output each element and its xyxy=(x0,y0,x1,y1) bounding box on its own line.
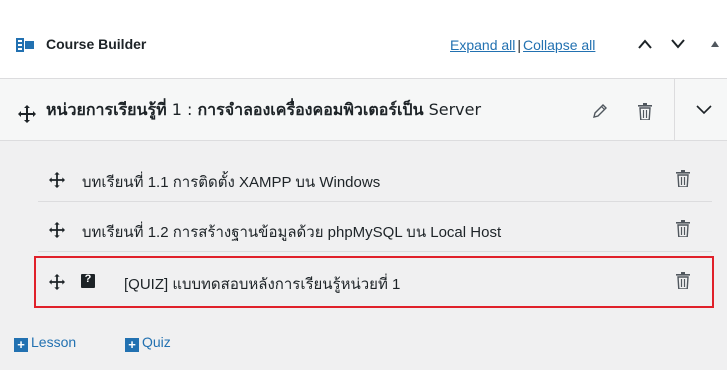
trash-icon[interactable] xyxy=(676,220,690,237)
highlight-box xyxy=(34,256,714,308)
lesson-item[interactable]: บทเรียนที่ 1.2 การสร้างฐานข้อมูลด้วย php… xyxy=(38,208,712,252)
add-lesson-label: Lesson xyxy=(31,334,77,350)
plus-icon: + xyxy=(14,338,28,352)
course-builder-header: Course Builder Expand all | Collapse all xyxy=(0,0,727,79)
lesson-item-label[interactable]: บทเรียนที่ 1.1 การติดตั้ง XAMPP บน Windo… xyxy=(82,170,380,194)
section-title-prefix: หน่วยการเรียนรู้ที่ xyxy=(46,100,167,119)
section-title-number: 1 : xyxy=(166,100,198,119)
plus-icon: + xyxy=(125,338,139,352)
add-quiz-button[interactable]: + Quiz xyxy=(125,334,171,352)
chevron-down-icon[interactable] xyxy=(670,38,686,50)
section-toggle-chevron-down-icon[interactable] xyxy=(696,105,712,115)
chevron-up-icon[interactable] xyxy=(637,38,653,50)
lesson-item[interactable]: บทเรียนที่ 1.1 การติดตั้ง XAMPP บน Windo… xyxy=(38,158,712,202)
section-row[interactable]: หน่วยการเรียนรู้ที่ 1 : การจำลองเครื่องค… xyxy=(0,79,727,141)
move-arrows-icon[interactable] xyxy=(18,105,36,123)
triangle-up-icon[interactable] xyxy=(710,38,720,50)
section-title-suffix: Server xyxy=(423,100,482,119)
course-builder-title: Course Builder xyxy=(46,36,147,52)
add-quiz-label: Quiz xyxy=(142,334,171,350)
course-builder-icon xyxy=(16,38,34,52)
lesson-item-label[interactable]: บทเรียนที่ 1.2 การสร้างฐานข้อมูลด้วย php… xyxy=(82,220,501,244)
pencil-icon[interactable] xyxy=(592,103,608,119)
expand-collapse-links: Expand all | Collapse all xyxy=(450,37,595,53)
section-title[interactable]: หน่วยการเรียนรู้ที่ 1 : การจำลองเครื่องค… xyxy=(46,98,481,123)
section-title-main: การจำลองเครื่องคอมพิวเตอร์เป็น xyxy=(197,100,424,119)
course-builder-panel: Course Builder Expand all | Collapse all ห… xyxy=(0,0,727,370)
move-arrows-icon[interactable] xyxy=(49,172,65,188)
add-lesson-button[interactable]: + Lesson xyxy=(14,334,76,352)
collapse-all-link[interactable]: Collapse all xyxy=(523,37,595,53)
link-separator: | xyxy=(517,37,522,53)
trash-icon[interactable] xyxy=(676,170,690,187)
move-arrows-icon[interactable] xyxy=(49,222,65,238)
section-divider xyxy=(674,79,675,140)
expand-all-link[interactable]: Expand all xyxy=(450,37,515,53)
trash-icon[interactable] xyxy=(638,103,652,120)
